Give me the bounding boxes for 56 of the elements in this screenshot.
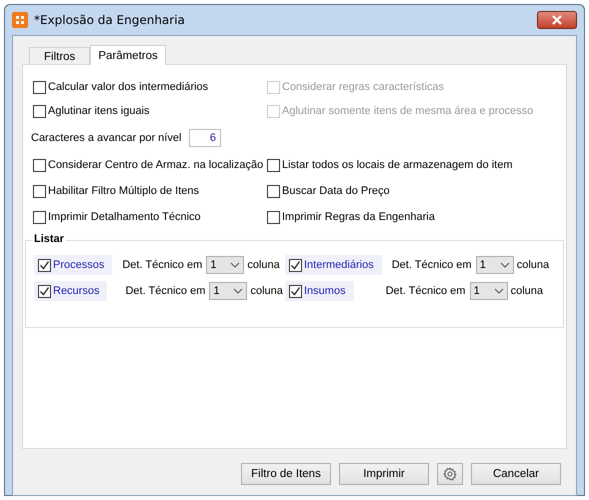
detail-label: Det. Técnico em (386, 285, 466, 297)
checkbox-label: Imprimir Regras da Engenharia (282, 211, 435, 223)
checkbox-label: Buscar Data do Preço (282, 185, 390, 197)
checkbox[interactable] (33, 104, 46, 118)
list-option[interactable]: Intermediários (285, 255, 382, 275)
number-field[interactable]: 6 (189, 129, 221, 147)
checkbox[interactable] (267, 158, 280, 172)
checkbox[interactable] (33, 158, 46, 172)
detail-label: Det. Técnico em (122, 259, 204, 271)
checkbox[interactable] (289, 284, 302, 298)
detail-label: Det. Técnico em (392, 259, 473, 271)
tab[interactable]: Parâmetros (90, 45, 166, 65)
window-title: *Explosão da Engenharia (34, 13, 185, 27)
settings-button[interactable] (437, 463, 463, 485)
close-icon (551, 15, 563, 25)
dialog-button[interactable]: Imprimir (339, 463, 429, 485)
checkbox[interactable] (33, 80, 46, 94)
column-dropdown[interactable]: 1 (470, 282, 508, 300)
checkbox-label: Aglutinar somente itens de mesma área e processo (282, 105, 534, 117)
unit-label: coluna (510, 285, 543, 297)
list-option[interactable]: Insumos (285, 281, 354, 301)
app-icon (12, 12, 28, 28)
checkbox[interactable] (267, 184, 280, 198)
column-dropdown[interactable]: 1 (476, 256, 514, 274)
group-title: Listar (32, 233, 66, 245)
chevron-down-icon (494, 288, 504, 294)
detail-label: Det. Técnico em (125, 285, 206, 297)
checkbox[interactable] (267, 210, 280, 224)
tab[interactable]: Filtros (29, 47, 90, 64)
checkbox-label: Calcular valor dos intermediários (48, 81, 208, 93)
column-dropdown[interactable]: 1 (209, 282, 248, 300)
unit-label: coluna (250, 285, 283, 297)
field-label: Caracteres a avancar por nível (31, 132, 182, 144)
chevron-down-icon (233, 288, 244, 294)
column-dropdown[interactable]: 1 (206, 256, 244, 274)
checkbox[interactable] (38, 284, 51, 298)
chevron-down-icon (230, 262, 240, 268)
checkbox[interactable] (33, 210, 46, 224)
checkbox-label: Considerar Centro de Armaz. na localização (48, 159, 264, 171)
checkbox[interactable] (289, 258, 302, 272)
unit-label: coluna (516, 259, 550, 271)
list-option[interactable]: Recursos (34, 281, 108, 301)
chevron-down-icon (500, 262, 510, 268)
checkbox-label: Listar todos os locais de armazenagem do item (282, 159, 513, 171)
unit-label: coluna (247, 259, 280, 271)
close-button[interactable] (537, 11, 577, 29)
checkbox-label: Considerar regras características (282, 81, 444, 93)
list-option[interactable]: Processos (34, 255, 112, 275)
dialog-button[interactable]: Filtro de Itens (241, 463, 331, 485)
checkbox-label: Imprimir Detalhamento Técnico (48, 211, 201, 223)
checkbox[interactable] (33, 184, 46, 198)
checkbox[interactable] (38, 258, 51, 272)
settings-icon (443, 467, 457, 481)
checkbox-label: Habilitar Filtro Múltiplo de Itens (48, 185, 200, 197)
dialog-button[interactable]: Cancelar (471, 463, 561, 485)
checkbox-label: Aglutinar itens iguais (48, 105, 150, 117)
